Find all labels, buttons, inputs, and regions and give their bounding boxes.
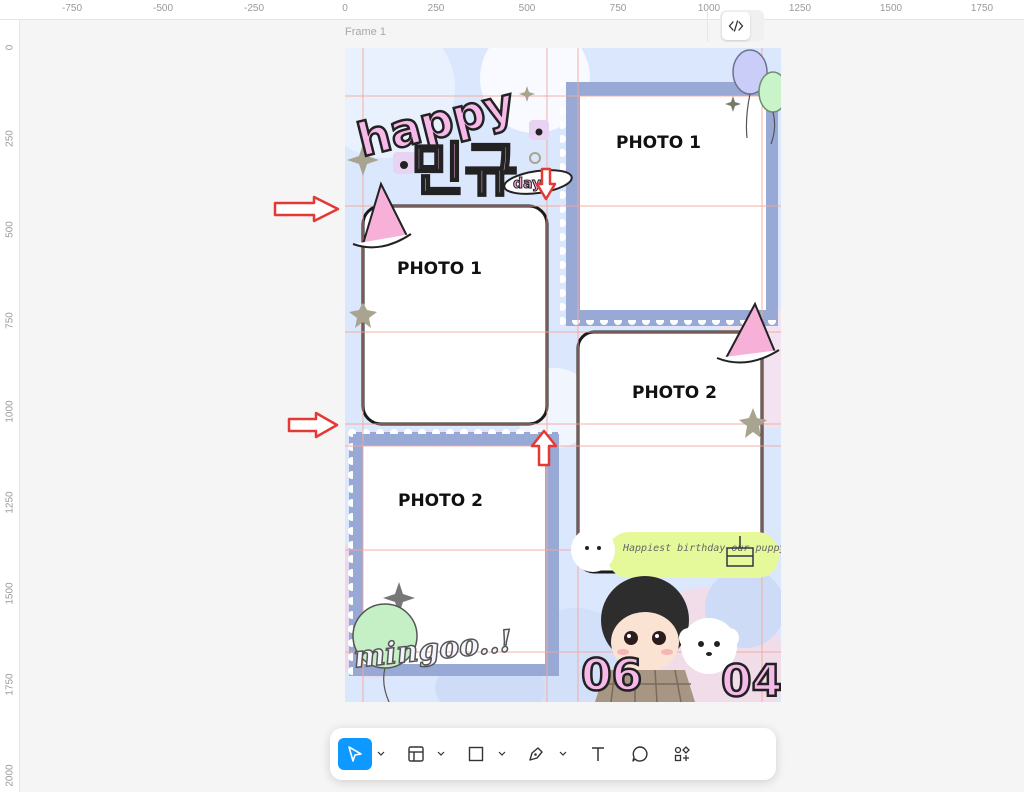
actions-tool-button[interactable] — [666, 738, 698, 770]
ruler-label: 250 — [4, 130, 16, 147]
title-name: 민규 — [411, 136, 518, 204]
ruler-label: 1750 — [970, 3, 994, 14]
date-month: 06 — [581, 650, 642, 701]
ruler-label: 500 — [4, 221, 16, 238]
cursor-icon — [348, 746, 362, 762]
ruler-label: 1500 — [4, 582, 16, 605]
text-icon — [592, 747, 604, 761]
vertical-ruler: 0 250 500 750 1000 1250 1500 1750 2000 — [0, 20, 20, 792]
ruler-label: -250 — [243, 3, 265, 14]
actions-icon — [674, 746, 690, 762]
ruler-label: 0 — [4, 44, 16, 51]
arrow-down-icon — [535, 167, 557, 201]
speech-text: Happiest birthday our puppy...! — [622, 543, 781, 554]
arrow-right-icon — [287, 411, 339, 439]
move-tool-button[interactable] — [338, 738, 372, 770]
toolbar-divider — [707, 10, 708, 42]
ruler-label: 2000 — [4, 764, 16, 787]
ruler-label: 1000 — [697, 3, 721, 14]
bottom-toolbar — [330, 728, 776, 780]
pen-tool-button[interactable] — [520, 738, 552, 770]
pen-icon — [529, 747, 543, 761]
chevron-down-icon[interactable] — [498, 750, 506, 758]
ruler-label: 1500 — [879, 3, 903, 14]
ruler-label: 1250 — [4, 491, 16, 514]
date-day: 04 — [721, 656, 781, 702]
design-frame[interactable]: happy 민규 day Happiest birthday our puppy… — [345, 48, 781, 702]
code-icon — [728, 20, 744, 32]
arrow-right-icon — [273, 195, 340, 223]
dev-mode-knob[interactable] — [722, 12, 750, 40]
rectangle-icon — [468, 746, 484, 762]
ruler-label: 500 — [518, 3, 536, 14]
photo-placeholder-label: PHOTO 1 — [616, 133, 701, 153]
shape-tool-button[interactable] — [460, 738, 492, 770]
chevron-down-icon[interactable] — [437, 750, 445, 758]
frame-tool-button[interactable] — [400, 738, 432, 770]
ruler-label: 1250 — [788, 3, 812, 14]
frame-name-label[interactable]: Frame 1 — [345, 26, 386, 38]
comment-icon — [632, 746, 648, 762]
ruler-label: 750 — [609, 3, 627, 14]
comment-tool-button[interactable] — [624, 738, 656, 770]
text-tool-button[interactable] — [582, 738, 614, 770]
photo-placeholder-label: PHOTO 1 — [397, 259, 482, 279]
dev-mode-toggle[interactable] — [720, 10, 764, 42]
frame-artwork: happy 민규 day Happiest birthday our puppy… — [345, 48, 781, 702]
photo-placeholder-label: PHOTO 2 — [632, 383, 717, 403]
arrow-up-icon — [530, 429, 558, 467]
ruler-label: 750 — [4, 312, 16, 329]
ruler-label: 1000 — [4, 400, 16, 423]
ruler-label: 1750 — [4, 673, 16, 696]
horizontal-ruler: -750 -500 -250 0 250 500 750 1000 1250 1… — [0, 0, 1024, 20]
ruler-label: -750 — [61, 3, 83, 14]
ruler-label: 250 — [427, 3, 445, 14]
chevron-down-icon[interactable] — [559, 750, 567, 758]
ruler-label: -500 — [152, 3, 174, 14]
photo-placeholder-label: PHOTO 2 — [398, 491, 483, 511]
frame-icon — [408, 746, 424, 762]
chevron-down-icon[interactable] — [377, 750, 385, 758]
ruler-label: 0 — [342, 3, 348, 14]
